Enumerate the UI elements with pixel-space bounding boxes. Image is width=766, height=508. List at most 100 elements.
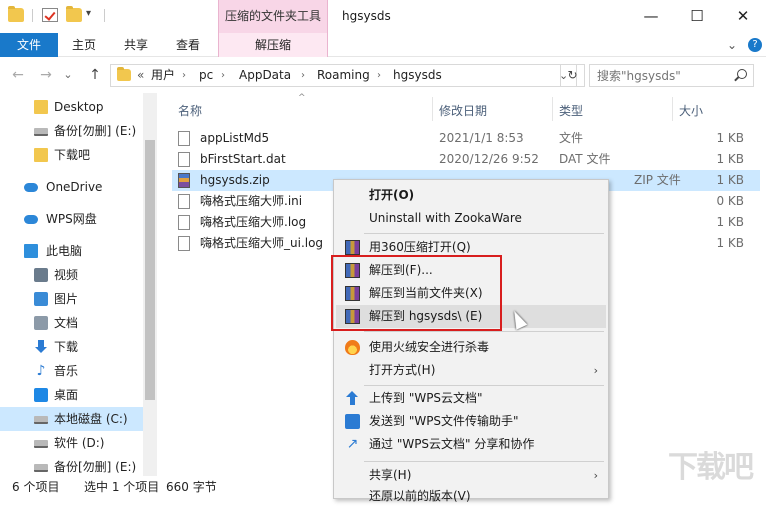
- column-header-name[interactable]: 名称: [178, 102, 202, 119]
- menu-item-upload-wps[interactable]: 上传到 "WPS云文档": [336, 387, 606, 410]
- maximize-button[interactable]: ☐: [674, 0, 720, 33]
- help-icon[interactable]: ?: [748, 38, 762, 52]
- quick-access-dropdown-icon[interactable]: ▾: [86, 8, 91, 19]
- nav-item-label: 下载: [54, 340, 79, 354]
- ribbon-tabs: 文件 主页 共享 查看 解压缩 ⌄ ?: [0, 33, 766, 57]
- nav-item-local-disk-c[interactable]: 本地磁盘 (C:): [0, 407, 150, 431]
- minimize-button[interactable]: —: [628, 0, 674, 33]
- menu-item-share-wps[interactable]: ↗ 通过 "WPS云文档" 分享和协作: [336, 433, 606, 456]
- column-divider[interactable]: [672, 97, 673, 121]
- file-date: 2021/1/1 8:53: [439, 131, 524, 145]
- menu-item-huorong-scan[interactable]: 使用火绒安全进行杀毒: [336, 336, 606, 359]
- nav-item-desktop[interactable]: Desktop: [0, 95, 150, 119]
- upload-icon: [345, 391, 360, 406]
- menu-item-label: 共享(H): [369, 468, 412, 482]
- new-folder-icon[interactable]: [66, 6, 82, 22]
- search-box[interactable]: [589, 64, 754, 87]
- sort-ascending-icon: ^: [298, 93, 306, 103]
- tab-extract[interactable]: 解压缩: [218, 33, 328, 57]
- tab-share[interactable]: 共享: [114, 33, 158, 57]
- breadcrumb-roaming[interactable]: Roaming: [317, 65, 370, 86]
- menu-item-share[interactable]: 共享(H) ›: [336, 464, 606, 487]
- up-button[interactable]: ↑: [84, 57, 106, 93]
- nav-item-onedrive[interactable]: OneDrive: [0, 175, 150, 199]
- search-input[interactable]: [590, 65, 730, 86]
- breadcrumb-overflow[interactable]: «: [137, 65, 144, 86]
- nav-item-documents[interactable]: 文档: [0, 311, 150, 335]
- tab-view[interactable]: 查看: [166, 33, 210, 57]
- breadcrumb-pc[interactable]: pc: [199, 65, 213, 86]
- breadcrumb-users[interactable]: 用户: [151, 65, 175, 86]
- ribbon-expand-icon[interactable]: ⌄: [722, 33, 742, 57]
- drive-icon: [34, 416, 48, 424]
- file-type: ZIP 文件: [634, 173, 681, 187]
- tab-home[interactable]: 主页: [62, 33, 106, 57]
- menu-separator: [364, 233, 604, 234]
- menu-item-label: 打开方式(H): [369, 363, 436, 377]
- breadcrumb-separator: ›: [301, 70, 305, 81]
- search-icon: [737, 69, 747, 79]
- nav-item-software-d[interactable]: 软件 (D:): [0, 431, 150, 455]
- nav-item-label: 下载吧: [54, 148, 91, 162]
- nav-item-pictures[interactable]: 图片: [0, 287, 150, 311]
- column-header-size[interactable]: 大小: [679, 102, 703, 119]
- status-selected-size: 660 字节: [166, 480, 217, 494]
- music-icon: ♪: [36, 363, 46, 379]
- nav-item-music[interactable]: ♪ 音乐: [0, 359, 150, 383]
- menu-item-uninstall-zookaware[interactable]: Uninstall with ZookaWare: [336, 207, 606, 230]
- menu-item-label: Uninstall with ZookaWare: [369, 211, 522, 225]
- folder-icon: [8, 6, 24, 22]
- menu-item-label: 打开(O): [369, 188, 415, 202]
- file-size: 0 KB: [716, 194, 744, 208]
- nav-item-videos[interactable]: 视频: [0, 263, 150, 287]
- file-icon: [178, 152, 190, 167]
- pictures-icon: [34, 292, 48, 306]
- column-header-type[interactable]: 类型: [559, 102, 583, 119]
- download-icon: [34, 340, 48, 354]
- column-header-date[interactable]: 修改日期: [439, 102, 487, 119]
- breadcrumb-appdata[interactable]: AppData: [239, 65, 291, 86]
- nav-item-wps-cloud[interactable]: WPS网盘: [0, 207, 150, 231]
- highlight-box: [331, 255, 502, 331]
- properties-check-icon[interactable]: [42, 8, 58, 22]
- file-size: 1 KB: [716, 215, 744, 229]
- file-icon: [178, 215, 190, 230]
- title-bar: ▾ 压缩的文件夹工具 hgsysds — ☐ ✕: [0, 0, 766, 33]
- nav-item-this-pc[interactable]: 此电脑: [0, 239, 150, 263]
- column-divider[interactable]: [432, 97, 433, 121]
- menu-item-open-with[interactable]: 打开方式(H) ›: [336, 359, 606, 382]
- forward-button[interactable]: →: [36, 57, 56, 93]
- file-row[interactable]: bFirstStart.dat 2020/12/26 9:52 DAT 文件 1…: [172, 149, 760, 170]
- column-divider[interactable]: [552, 97, 553, 121]
- navigation-pane: Desktop 备份[勿删] (E:) 下载吧 OneDrive WPS网盘 此…: [0, 93, 157, 476]
- submenu-arrow-icon: ›: [593, 469, 598, 482]
- menu-item-send-wps-transfer[interactable]: 发送到 "WPS文件传输助手": [336, 410, 606, 433]
- file-row[interactable]: appListMd5 2021/1/1 8:53 文件 1 KB: [172, 128, 760, 149]
- nav-item-label: 本地磁盘 (C:): [54, 412, 128, 426]
- nav-item-desktop-cn[interactable]: 桌面: [0, 383, 150, 407]
- close-button[interactable]: ✕: [720, 0, 766, 33]
- nav-item-label: 桌面: [54, 388, 79, 402]
- breadcrumb-hgsysds[interactable]: hgsysds: [393, 65, 442, 86]
- refresh-button[interactable]: ↻: [560, 64, 585, 87]
- tab-file[interactable]: 文件: [0, 33, 58, 57]
- file-icon: [178, 236, 190, 251]
- nav-item-label: 备份[勿删] (E:): [54, 124, 137, 138]
- desktop-icon: [34, 388, 48, 402]
- recent-locations-icon[interactable]: ⌄: [60, 57, 76, 93]
- pc-icon: [24, 244, 38, 258]
- nav-item-label: 视频: [54, 268, 79, 282]
- back-button[interactable]: ←: [8, 57, 28, 93]
- breadcrumb-separator: ›: [182, 70, 186, 81]
- nav-item-backup-e[interactable]: 备份[勿删] (E:): [0, 119, 150, 143]
- menu-item-restore-versions[interactable]: 还原以前的版本(V): [336, 485, 606, 508]
- file-date: 2020/12/26 9:52: [439, 152, 539, 166]
- nav-scrollbar-thumb[interactable]: [145, 140, 155, 400]
- nav-item-downloads[interactable]: 下载: [0, 335, 150, 359]
- nav-item-xiazaiba[interactable]: 下载吧: [0, 143, 150, 167]
- file-size: 1 KB: [716, 152, 744, 166]
- file-type: DAT 文件: [559, 152, 611, 166]
- address-bar[interactable]: « 用户 › pc › AppData › Roaming › hgsysds …: [110, 64, 577, 87]
- menu-item-open[interactable]: 打开(O): [336, 184, 606, 207]
- shield-icon: [345, 340, 360, 355]
